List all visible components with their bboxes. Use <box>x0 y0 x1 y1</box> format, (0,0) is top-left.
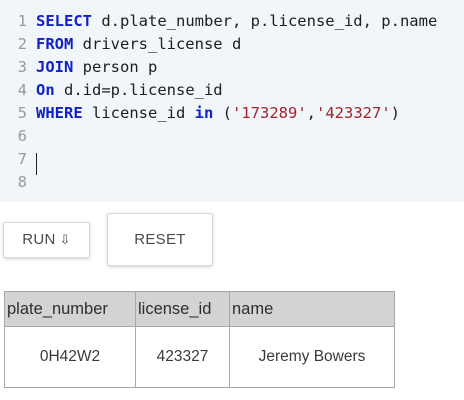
line-number: 8 <box>17 173 27 191</box>
code-line: 8 <box>0 171 464 194</box>
code-text: On d.id=p.license_id <box>36 81 223 99</box>
sql-text: d.plate_number, p.license_id, p.name <box>92 12 438 30</box>
sql-keyword: SELECT <box>36 12 92 30</box>
run-button[interactable]: RUN ⇩ <box>3 222 90 258</box>
code-text: FROM drivers_license d <box>36 35 241 53</box>
column-header-name: name <box>229 291 395 327</box>
line-number: 4 <box>17 81 27 99</box>
code-line: 5 WHERE license_id in ('173289','423327') <box>0 102 464 125</box>
sql-text: ) <box>390 104 400 122</box>
table-header-row: plate_number license_id name <box>4 291 395 327</box>
results-table: plate_number license_id name 0H42W2 4233… <box>4 291 395 388</box>
cell-plate-number: 0H42W2 <box>4 326 136 388</box>
code-text: SELECT d.plate_number, p.license_id, p.n… <box>36 12 437 30</box>
line-number: 1 <box>17 12 27 30</box>
sql-text: , <box>306 104 316 122</box>
down-arrow-icon: ⇩ <box>59 233 71 248</box>
sql-keyword: On <box>36 81 55 99</box>
line-number: 6 <box>17 127 27 145</box>
sql-keyword: FROM <box>36 35 74 53</box>
reset-button[interactable]: RESET <box>107 213 213 266</box>
line-number: 3 <box>17 58 27 76</box>
run-button-label: RUN <box>22 231 56 248</box>
code-line: 1 SELECT d.plate_number, p.license_id, p.… <box>0 10 464 33</box>
column-header-plate-number: plate_number <box>4 291 136 327</box>
sql-text: drivers_license d <box>73 35 242 53</box>
code-line: 2 FROM drivers_license d <box>0 33 464 56</box>
code-text: JOIN person p <box>36 58 157 76</box>
sql-text: person p <box>73 58 158 76</box>
cell-license-id: 423327 <box>135 326 230 388</box>
sql-keyword: JOIN <box>36 58 74 76</box>
code-line: 7 <box>0 148 464 171</box>
text-cursor <box>36 153 37 175</box>
sql-text: ( <box>213 104 232 122</box>
code-line: 3 JOIN person p <box>0 56 464 79</box>
line-number: 5 <box>17 104 27 122</box>
sql-editor[interactable]: 1 SELECT d.plate_number, p.license_id, p.… <box>0 0 464 202</box>
code-line: 4 On d.id=p.license_id <box>0 79 464 102</box>
code-text: WHERE license_id in ('173289','423327') <box>36 104 400 122</box>
sql-string: '423327' <box>316 104 391 122</box>
sql-text: d.id=p.license_id <box>54 81 223 99</box>
column-header-license-id: license_id <box>135 291 230 327</box>
line-number: 7 <box>17 150 27 168</box>
reset-button-label: RESET <box>134 231 186 248</box>
sql-string: '173289' <box>232 104 307 122</box>
sql-keyword: WHERE <box>36 104 83 122</box>
sql-text: license_id <box>82 104 195 122</box>
cell-name: Jeremy Bowers <box>229 326 395 388</box>
code-line: 6 <box>0 125 464 148</box>
sql-keyword: in <box>194 104 214 122</box>
table-row: 0H42W2 423327 Jeremy Bowers <box>4 326 395 388</box>
line-number: 2 <box>17 35 27 53</box>
